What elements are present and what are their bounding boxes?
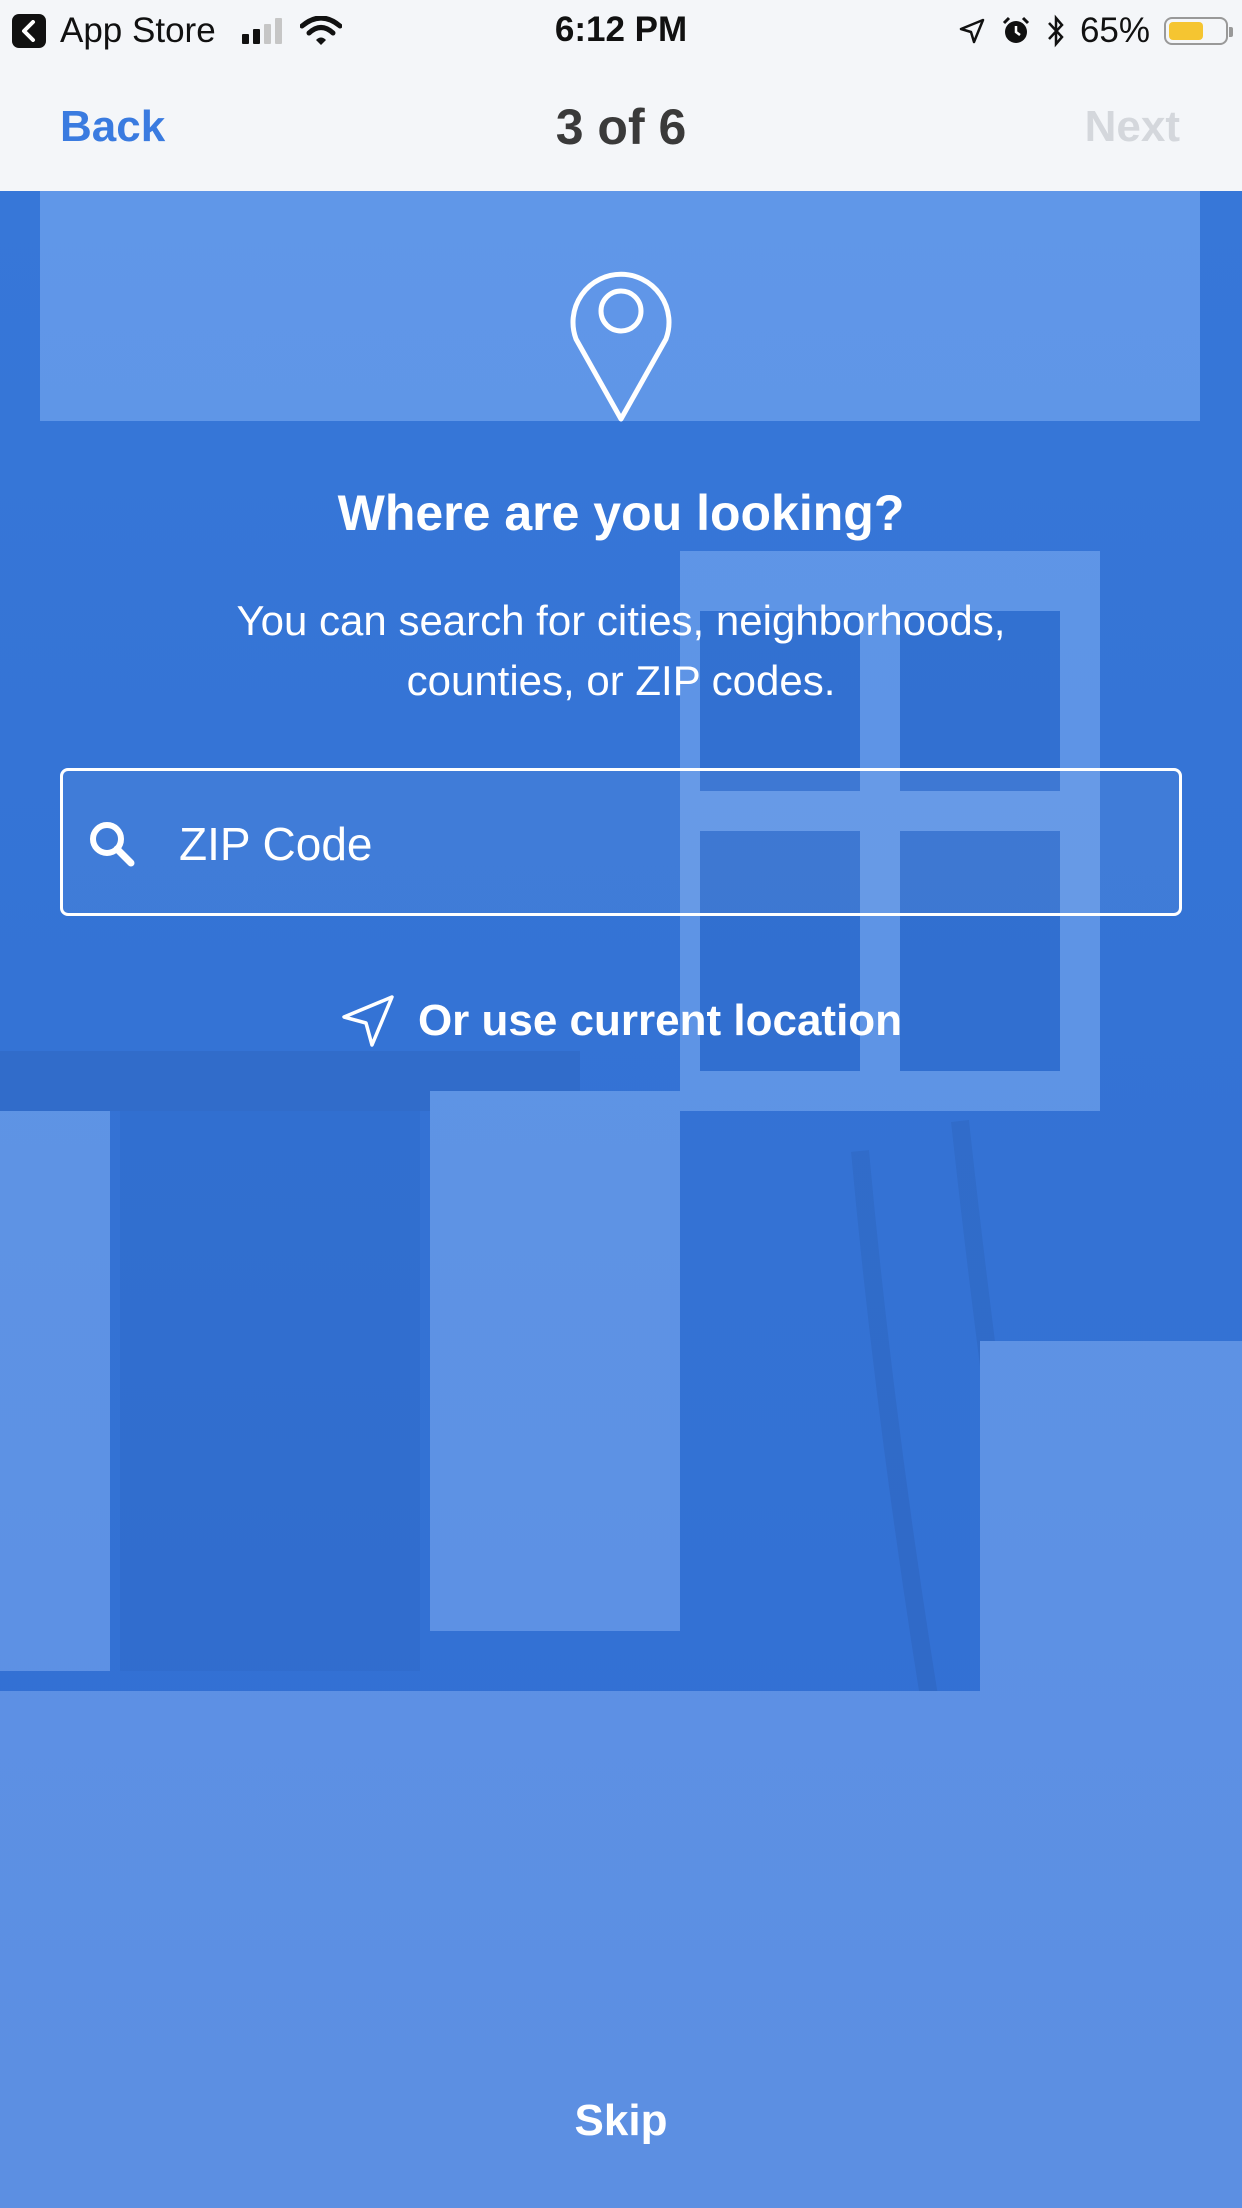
next-button[interactable]: Next: [1085, 102, 1180, 152]
use-current-location-button[interactable]: Or use current location: [0, 986, 1242, 1056]
status-right: 65%: [958, 11, 1233, 50]
use-current-location-label: Or use current location: [417, 996, 903, 1045]
location-arrow-icon: [342, 995, 394, 1047]
page-heading: Where are you looking?: [337, 485, 905, 541]
skip-button[interactable]: Skip: [0, 2096, 1242, 2146]
map-pin-icon: [570, 271, 672, 422]
search-box[interactable]: [60, 768, 1182, 916]
description-line-2: counties, or ZIP codes.: [406, 657, 836, 704]
status-bar: App Store 6:12 PM 65%: [0, 0, 1242, 62]
battery-percent: 65%: [1079, 11, 1150, 50]
bluetooth-icon: [1048, 14, 1064, 48]
battery-level: [1169, 22, 1203, 40]
location-step-panel: Where are you looking? You can search fo…: [0, 191, 1242, 2208]
battery-icon: [1164, 17, 1233, 45]
step-indicator: 3 of 6: [555, 99, 687, 155]
navigation-bar: Back 3 of 6 Next: [0, 62, 1242, 192]
alarm-icon: [1002, 16, 1029, 43]
page-description: You can search for cities, neighborhoods…: [120, 591, 1122, 711]
location-services-icon: [959, 18, 985, 44]
search-icon: [90, 822, 135, 867]
description-line-1: You can search for cities, neighborhoods…: [236, 597, 1006, 644]
zip-code-input[interactable]: [177, 807, 1161, 881]
